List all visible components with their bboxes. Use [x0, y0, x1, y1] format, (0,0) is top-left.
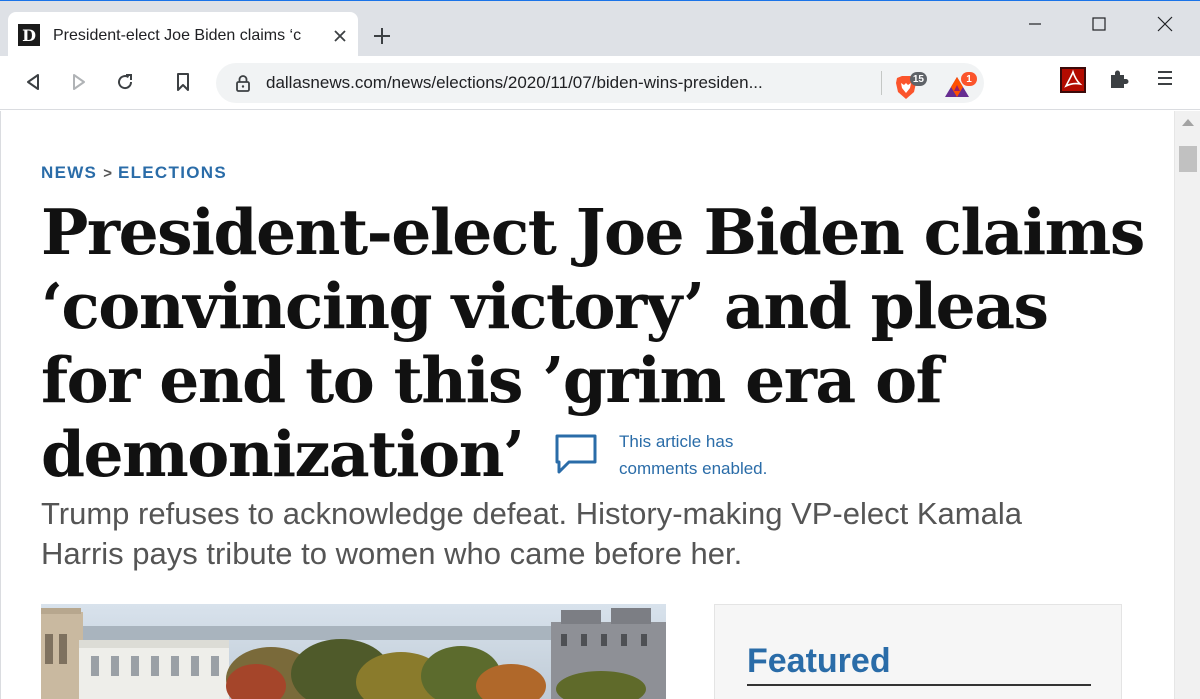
maximize-button[interactable] — [1084, 9, 1114, 39]
breadcrumb: NEWS > ELECTIONS — [41, 163, 227, 183]
arrow-right-icon — [73, 74, 85, 90]
page-scrollbar[interactable] — [1174, 111, 1200, 699]
arrow-left-icon — [27, 74, 39, 90]
scroll-thumb[interactable] — [1179, 146, 1197, 172]
maximize-icon — [1092, 17, 1106, 31]
comments-notice[interactable]: This article has comments enabled. — [553, 426, 853, 486]
tab-title: President-elect Joe Biden claims ‘c — [53, 27, 302, 44]
menu-icon — [1158, 71, 1172, 85]
article-dek: Trump refuses to acknowledge defeat. His… — [41, 496, 1022, 571]
new-tab-button[interactable] — [368, 22, 396, 50]
article-lead-photo[interactable] — [41, 604, 666, 699]
browser-toolbar: dallasnews.com/news/elections/2020/11/07… — [0, 56, 1200, 110]
puzzle-icon — [1111, 70, 1129, 88]
brave-shields-button[interactable]: 15 — [893, 72, 927, 104]
featured-divider — [747, 684, 1091, 686]
reload-icon — [118, 74, 133, 90]
browser-menu-button[interactable] — [1154, 67, 1184, 97]
close-window-icon — [1157, 16, 1173, 32]
rewards-count-badge: 1 — [961, 72, 977, 86]
browser-tab[interactable]: D President-elect Joe Biden claims ‘c — [8, 12, 358, 58]
lock-icon[interactable] — [234, 74, 252, 92]
back-button[interactable] — [18, 67, 48, 97]
comments-line-1: This article has — [619, 432, 734, 451]
browser-titlebar: D President-elect Joe Biden claims ‘c — [0, 0, 1200, 58]
address-bar[interactable]: dallasnews.com/news/elections/2020/11/07… — [216, 63, 984, 103]
featured-heading: Featured — [747, 642, 891, 680]
breadcrumb-news-link[interactable]: NEWS — [41, 163, 97, 183]
acrobat-pdf-icon — [1060, 67, 1086, 93]
extensions-button[interactable] — [1107, 67, 1137, 97]
white-house-photo — [41, 604, 666, 699]
breadcrumb-separator: > — [103, 164, 112, 182]
plus-icon — [374, 28, 390, 44]
brave-rewards-button[interactable]: 1 — [943, 72, 977, 104]
article-page: NEWS > ELECTIONS President-elect Joe Bid… — [0, 111, 1174, 699]
minimize-button[interactable] — [1020, 9, 1050, 39]
comments-text: This article has comments enabled. — [619, 428, 859, 482]
dallas-news-favicon-icon: D — [18, 24, 40, 46]
breadcrumb-elections-link[interactable]: ELECTIONS — [118, 163, 227, 183]
scroll-up-arrow-icon[interactable] — [1182, 119, 1194, 126]
shields-count-badge: 15 — [909, 72, 927, 86]
minimize-icon — [1029, 23, 1041, 25]
tab-title-fade — [298, 24, 326, 48]
reload-button[interactable] — [110, 67, 140, 97]
omnibox-divider — [881, 71, 882, 95]
close-icon[interactable] — [330, 26, 350, 46]
close-window-button[interactable] — [1150, 9, 1180, 39]
bookmark-button[interactable] — [168, 67, 198, 97]
featured-sidebar: Featured — [714, 604, 1122, 699]
comment-bubble-icon — [555, 434, 597, 474]
acrobat-extension-button[interactable] — [1060, 67, 1090, 97]
url-text[interactable]: dallasnews.com/news/elections/2020/11/07… — [266, 72, 886, 94]
comments-line-2: comments enabled. — [619, 459, 768, 478]
forward-button[interactable] — [64, 67, 94, 97]
bookmark-icon — [177, 73, 189, 91]
